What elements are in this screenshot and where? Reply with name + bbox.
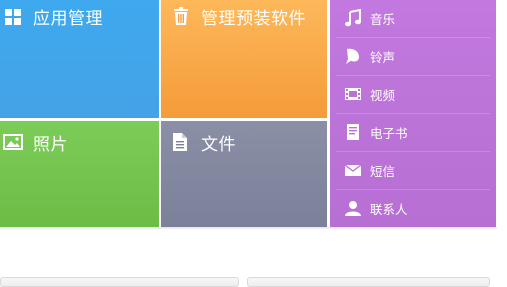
media-item-music[interactable]: 音乐 xyxy=(330,0,496,38)
tile-photos[interactable]: 照片 xyxy=(0,121,159,227)
contact-person-icon xyxy=(345,201,361,216)
ringtone-icon xyxy=(346,48,359,64)
trash-icon xyxy=(174,7,188,25)
tile-label-photos: 照片 xyxy=(33,135,68,155)
tile-grid-shadow xyxy=(0,227,497,230)
media-label-sms: 短信 xyxy=(370,164,396,179)
tile-preinstalled-software[interactable]: 管理预装软件 xyxy=(161,0,327,118)
tile-label-app-management: 应用管理 xyxy=(33,9,103,29)
file-icon xyxy=(173,133,187,151)
grid-icon xyxy=(5,9,21,25)
photo-icon xyxy=(3,134,23,150)
music-note-icon xyxy=(345,9,361,27)
tile-files[interactable]: 文件 xyxy=(161,121,327,227)
envelope-icon xyxy=(344,164,362,176)
bottom-panel-left[interactable] xyxy=(0,277,239,287)
media-item-ringtone[interactable]: 铃声 xyxy=(330,38,496,76)
media-item-contacts[interactable]: 联系人 xyxy=(330,190,496,228)
tile-app-management[interactable]: 应用管理 xyxy=(0,0,159,118)
tile-label-preinstalled-software: 管理预装软件 xyxy=(201,9,306,29)
media-label-video: 视频 xyxy=(370,88,396,103)
ebook-icon xyxy=(347,124,359,140)
tile-label-files: 文件 xyxy=(201,135,236,155)
media-label-ringtone: 铃声 xyxy=(370,50,396,65)
media-label-ebook: 电子书 xyxy=(370,126,408,141)
tile-media-list: 音乐 铃声 视频 电子书 短信 联系人 xyxy=(330,0,496,227)
media-label-contacts: 联系人 xyxy=(370,202,408,217)
media-item-ebook[interactable]: 电子书 xyxy=(330,114,496,152)
bottom-panel-right[interactable] xyxy=(247,277,490,287)
media-item-sms[interactable]: 短信 xyxy=(330,152,496,190)
video-film-icon xyxy=(345,88,361,100)
media-item-video[interactable]: 视频 xyxy=(330,76,496,114)
media-label-music: 音乐 xyxy=(370,12,396,27)
